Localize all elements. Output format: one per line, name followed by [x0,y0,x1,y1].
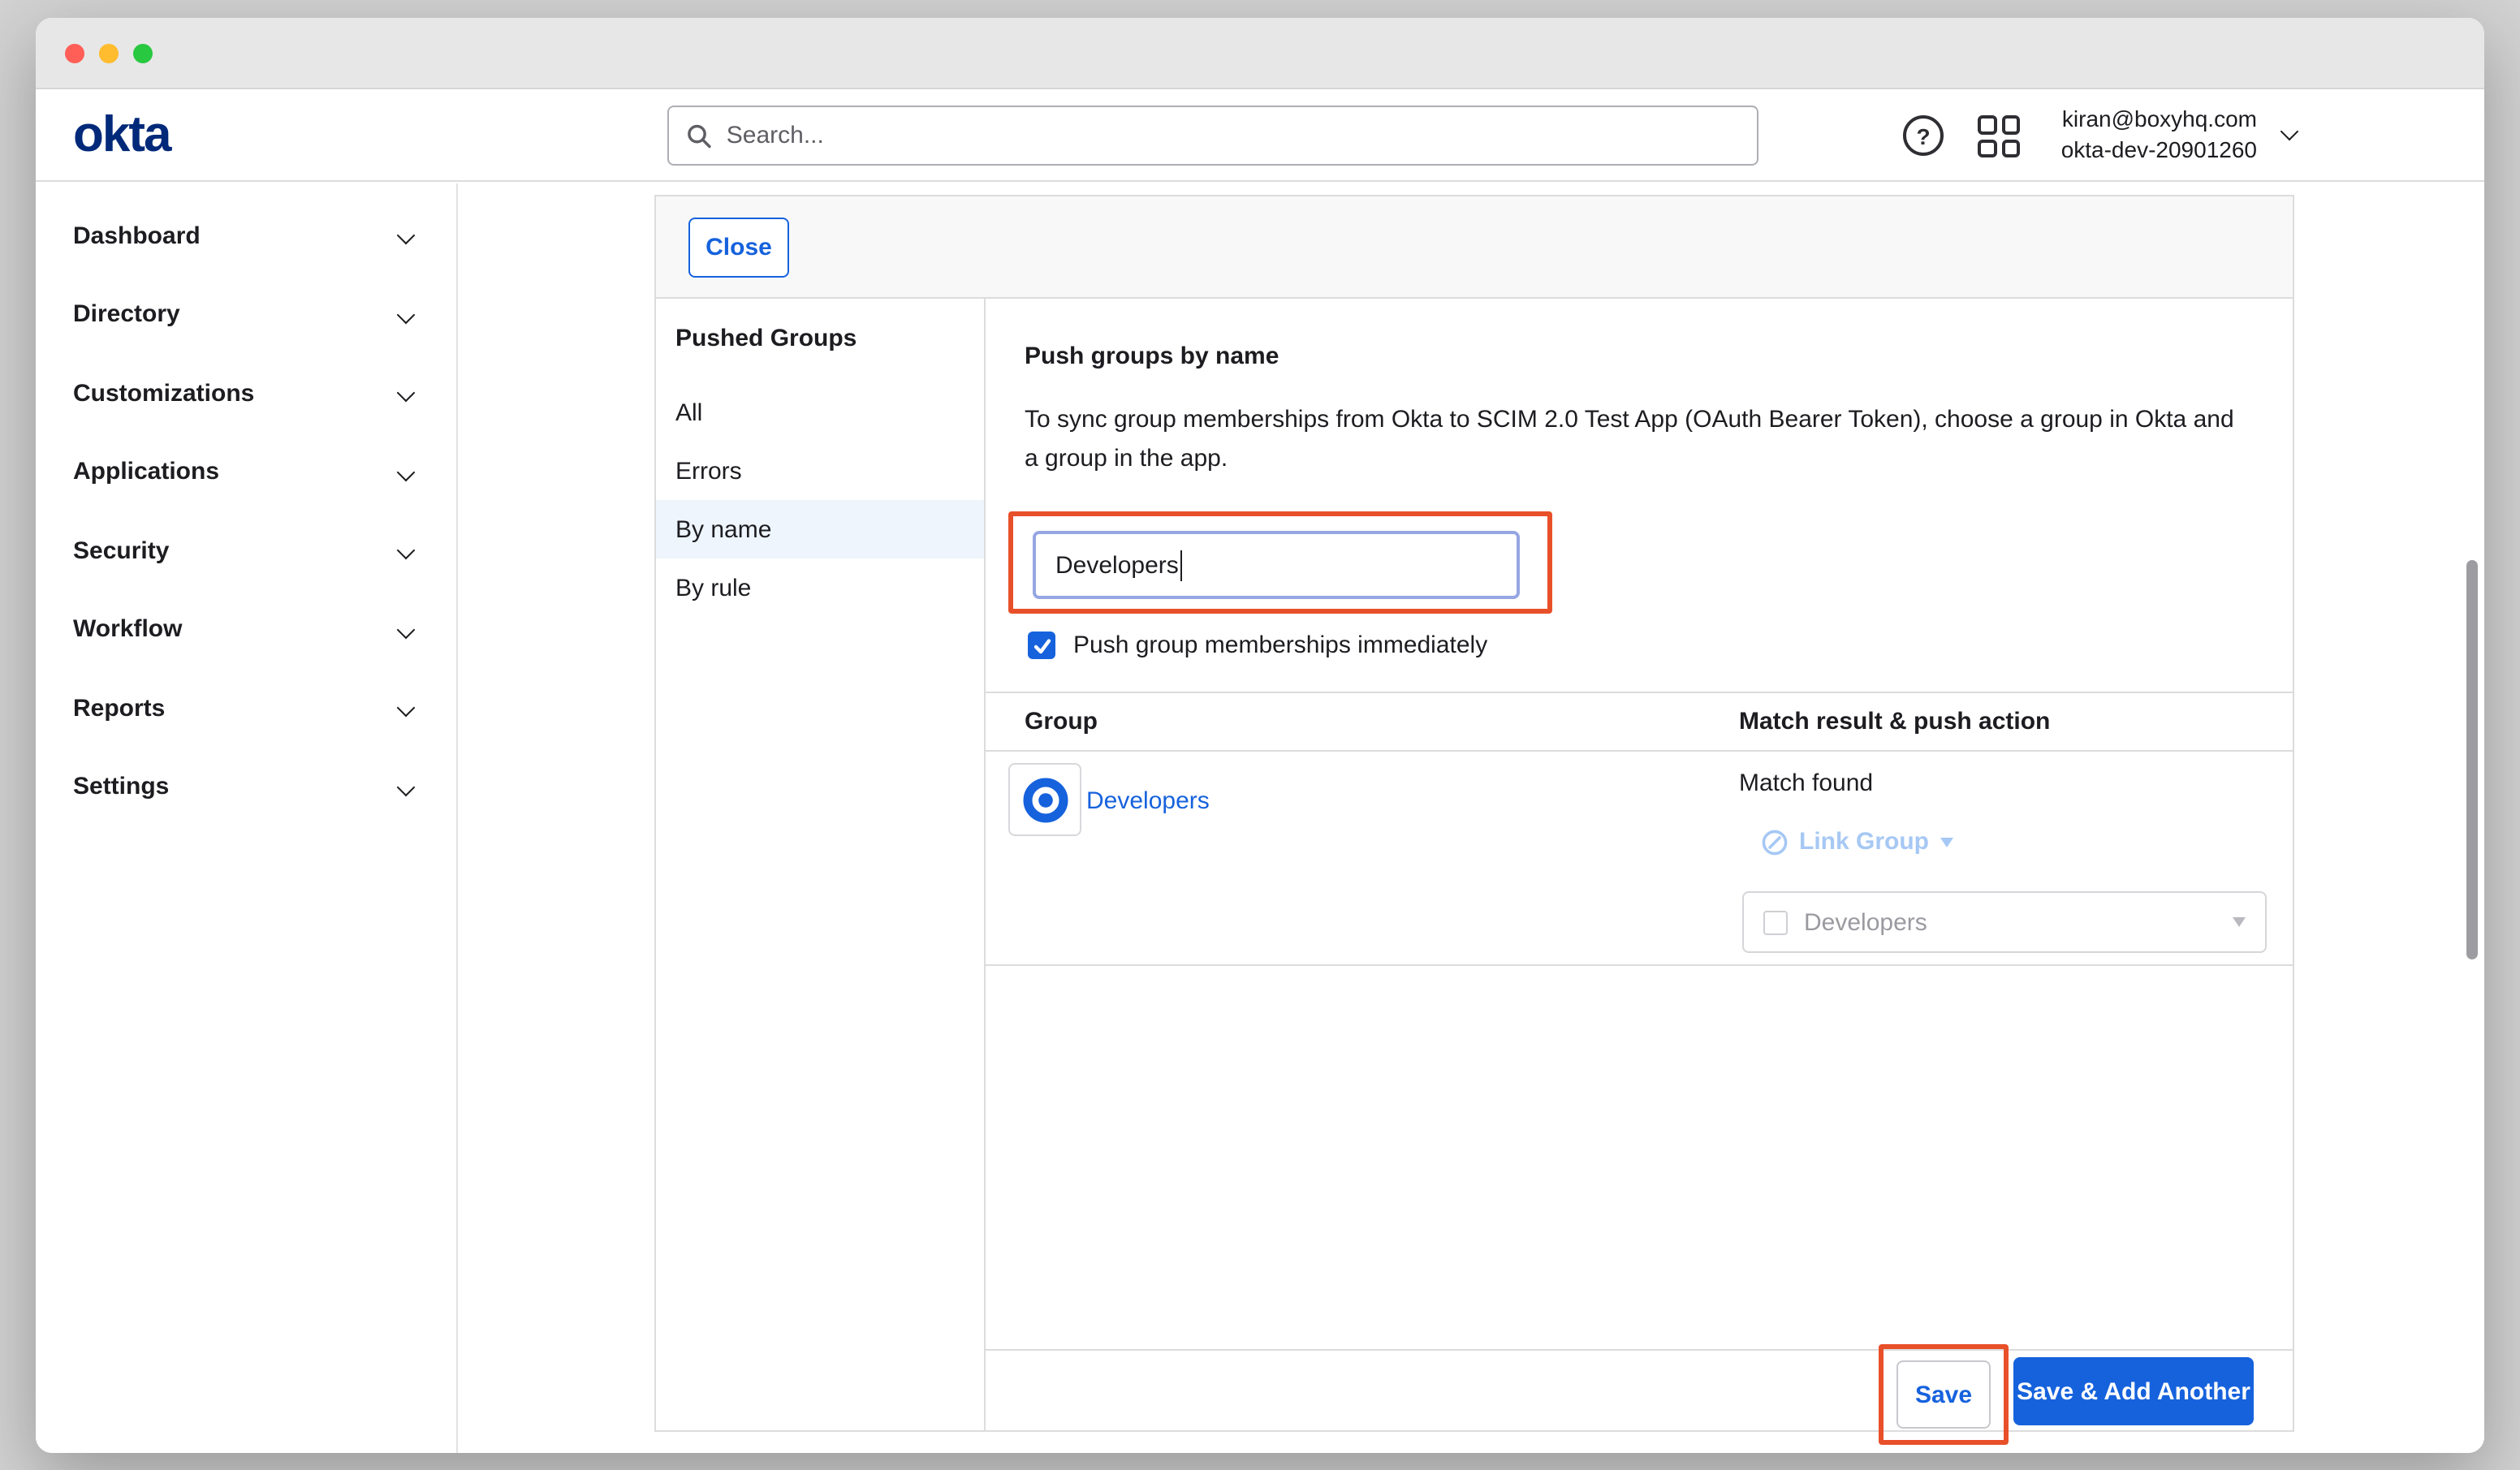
user-org: okta-dev-20901260 [2061,135,2257,166]
subnav-item-errors[interactable]: Errors [656,442,984,500]
subnav-item-by-rule[interactable]: By rule [656,558,984,617]
chevron-down-icon [2281,123,2299,141]
chevron-down-icon [397,226,416,245]
column-header-match-result: Match result & push action [1739,693,2050,752]
subnav-item-by-name[interactable]: By name [656,500,984,558]
stage: okta ? kiran@boxyhq.com okta-dev-20901 [0,0,2520,1470]
global-search[interactable] [667,106,1758,166]
chevron-down-icon [397,463,416,481]
sidebar-item-label: Customizations [73,380,254,407]
sidebar-item-customizations[interactable]: Customizations [36,354,456,433]
link-group-action[interactable]: Link Group [1762,828,1953,856]
grid-square [2001,115,2020,134]
sidebar-item-label: Workflow [73,616,182,644]
account-menu[interactable]: kiran@boxyhq.com okta-dev-20901260 [2061,104,2257,166]
chevron-down-icon [397,778,416,796]
sidebar: Dashboard Directory Customizations Appli… [36,183,458,1453]
chevron-down-icon [397,305,416,324]
description-text: To sync group memberships from Okta to S… [1025,401,2234,479]
group-logo-icon [1008,763,1081,836]
sidebar-item-directory[interactable]: Directory [36,275,456,354]
search-input[interactable] [727,122,1739,149]
sidebar-item-label: Applications [73,459,219,486]
sidebar-item-label: Dashboard [73,222,201,250]
save-button[interactable]: Save [1896,1360,1991,1429]
search-icon [687,123,712,149]
chevron-down-icon [397,620,416,639]
chevron-down-icon [397,699,416,718]
app-header: okta ? kiran@boxyhq.com okta-dev-20901 [36,89,2484,182]
subnav-item-all[interactable]: All [656,383,984,442]
annotation-highlight-save: Save [1879,1344,2009,1445]
table-header: Group Match result & push action [986,692,2293,752]
main-area: Close Pushed Groups All Errors By name B… [458,183,2484,1453]
sidebar-item-security[interactable]: Security [36,511,456,590]
group-name-input[interactable]: Developers [1033,531,1520,599]
okta-logo[interactable]: okta [73,106,170,164]
sidebar-item-reports[interactable]: Reports [36,669,456,748]
sidebar-item-applications[interactable]: Applications [36,433,456,511]
pushed-groups-subnav: Pushed Groups All Errors By name By rule [656,299,986,1430]
save-and-add-another-button[interactable]: Save & Add Another [2013,1357,2254,1425]
grid-square [1978,139,1996,157]
text-cursor [1180,550,1183,580]
app-body: Dashboard Directory Customizations Appli… [36,183,2484,1453]
sidebar-item-label: Reports [73,695,165,722]
page-title: Push groups by name [1025,343,1279,370]
column-header-group: Group [1025,693,1098,752]
push-immediately-row: Push group memberships immediately [1028,632,1487,659]
push-immediately-label: Push group memberships immediately [1073,632,1487,659]
annotation-highlight-input: Developers [1008,511,1552,614]
close-window-button[interactable] [65,43,84,63]
sidebar-item-label: Settings [73,774,169,801]
chevron-down-icon [397,384,416,403]
dialog-body: Pushed Groups All Errors By name By rule… [656,299,2293,1430]
select-checkbox [1763,910,1788,934]
match-group-select-value: Developers [1804,908,1927,936]
select-chevron-icon [2233,917,2246,927]
close-button[interactable]: Close [688,217,789,277]
dropdown-caret-icon [1940,837,1953,847]
zoom-window-button[interactable] [133,43,153,63]
vertical-scrollbar[interactable] [2466,560,2478,959]
help-glyph: ? [1916,123,1930,149]
subnav-title: Pushed Groups [656,325,984,354]
group-name-link[interactable]: Developers [1086,787,1210,815]
window-titlebar [36,18,2484,89]
browser-window: okta ? kiran@boxyhq.com okta-dev-20901 [36,18,2484,1453]
link-group-label: Link Group [1799,828,1929,856]
user-email: kiran@boxyhq.com [2061,104,2257,135]
push-groups-dialog: Close Pushed Groups All Errors By name B… [654,195,2294,1432]
group-name-input-value: Developers [1055,551,1179,579]
link-icon [1762,829,1788,855]
dialog-toolbar: Close [656,196,2293,299]
checkmark-icon [1032,636,1051,655]
help-icon[interactable]: ? [1903,115,1944,156]
sidebar-item-settings[interactable]: Settings [36,748,456,826]
push-immediately-checkbox[interactable] [1028,632,1055,659]
apps-grid-icon[interactable] [1978,115,2020,157]
match-group-select[interactable]: Developers [1742,891,2267,953]
chevron-down-icon [397,541,416,560]
grid-square [2001,139,2020,157]
grid-square [1978,115,1996,134]
traffic-lights [65,43,153,63]
minimize-window-button[interactable] [99,43,119,63]
match-status-text: Match found [1739,769,1873,797]
row-divider [986,964,2293,966]
dialog-content: Push groups by name To sync group member… [986,299,2293,1430]
sidebar-item-workflow[interactable]: Workflow [36,590,456,669]
account-chevron-down-icon[interactable] [2283,125,2296,138]
footer-divider [986,1349,2293,1351]
sidebar-item-label: Security [73,537,169,565]
sidebar-item-label: Directory [73,301,180,329]
sidebar-item-dashboard[interactable]: Dashboard [36,196,456,275]
